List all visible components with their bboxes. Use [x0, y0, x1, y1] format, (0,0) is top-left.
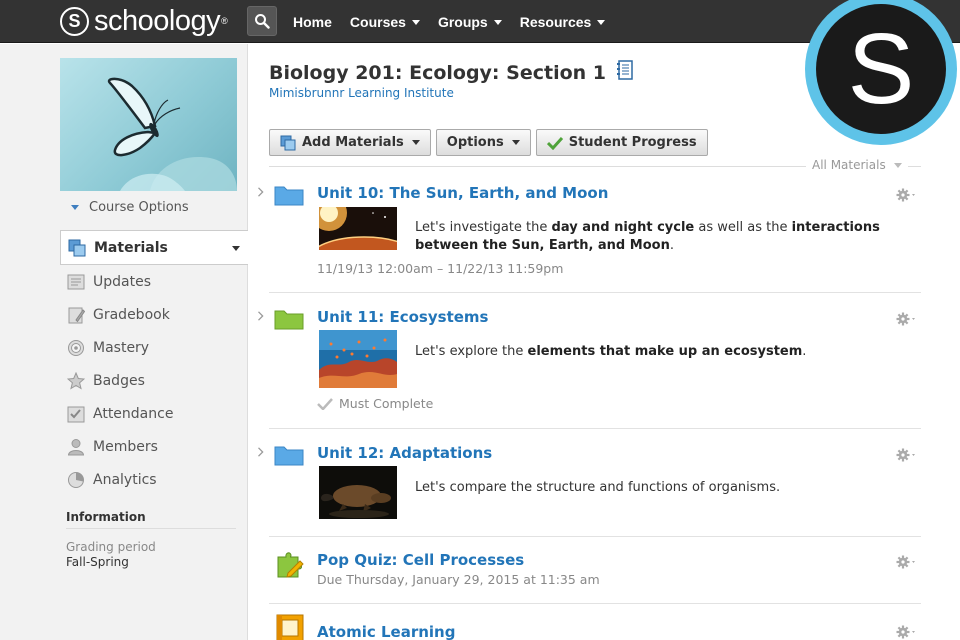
- logo-mark-icon: S: [60, 6, 89, 36]
- badges-icon: [65, 370, 87, 392]
- must-complete-status: Must Complete: [317, 396, 433, 411]
- material-title-link[interactable]: Pop Quiz: Cell Processes: [317, 551, 524, 569]
- materials-icon: [66, 237, 88, 259]
- logo-wordmark: schoology®: [94, 5, 228, 37]
- divider: [269, 292, 921, 293]
- chevron-down-icon: [411, 20, 420, 25]
- quiz-puzzle-icon: [277, 552, 304, 578]
- sidebar-item-analytics[interactable]: Analytics: [60, 463, 248, 496]
- analytics-icon: [65, 469, 87, 491]
- main-nav: Home Courses Groups Resources: [293, 0, 623, 43]
- sidebar-item-mastery[interactable]: Mastery: [60, 331, 248, 364]
- butterfly-image: [107, 77, 237, 191]
- material-description: Let's compare the structure and function…: [415, 480, 781, 495]
- material-title-link[interactable]: Unit 11: Ecosystems: [317, 308, 488, 326]
- mastery-icon: [65, 337, 87, 359]
- options-button[interactable]: Options: [435, 129, 531, 156]
- school-link[interactable]: Mimisbrunnr Learning Institute: [269, 86, 454, 100]
- sidebar-item-members[interactable]: Members: [60, 430, 248, 463]
- add-materials-icon: [280, 135, 296, 151]
- nav-home[interactable]: Home: [293, 14, 332, 30]
- checkmark-icon: [546, 136, 563, 150]
- folder-icon: [274, 186, 304, 206]
- schoology-badge-icon: S: [805, 0, 957, 145]
- sidebar-item-label: Analytics: [93, 471, 157, 488]
- gradebook-icon: [65, 304, 87, 326]
- due-date: Due Thursday, January 29, 2015 at 11:35 …: [317, 572, 600, 587]
- notebook-icon[interactable]: [616, 60, 634, 85]
- chevron-down-icon: [493, 20, 502, 25]
- course-menu: Materials Updates Gradebook Mastery Badg…: [60, 230, 248, 496]
- sidebar-item-label: Badges: [93, 372, 145, 389]
- sidebar-item-materials[interactable]: Materials: [60, 230, 248, 265]
- nav-courses[interactable]: Courses: [350, 14, 420, 30]
- divider: [269, 536, 921, 537]
- external-tool-icon: [276, 614, 304, 640]
- attendance-icon: [65, 403, 87, 425]
- grading-period-value: Fall-Spring: [66, 555, 129, 569]
- search-icon: [255, 14, 270, 29]
- sidebar-item-label: Members: [93, 438, 158, 455]
- course-options-menu[interactable]: Course Options: [71, 200, 189, 215]
- updates-icon: [65, 271, 87, 293]
- materials-filter-dropdown[interactable]: All Materials: [806, 158, 908, 172]
- chevron-right-icon[interactable]: [256, 187, 266, 197]
- search-button[interactable]: [247, 6, 277, 36]
- chevron-down-icon: [597, 20, 606, 25]
- divider: [269, 603, 921, 604]
- course-options-label: Course Options: [89, 200, 189, 215]
- gear-icon[interactable]: [896, 188, 918, 202]
- folder-icon: [274, 310, 304, 330]
- add-materials-button[interactable]: Add Materials: [269, 129, 431, 156]
- material-description: Let's explore the elements that make up …: [415, 344, 807, 359]
- course-sidebar: Course Options Materials Updates Gradebo…: [0, 44, 248, 640]
- folder-icon: [274, 446, 304, 466]
- material-title-link[interactable]: Atomic Learning: [317, 623, 455, 640]
- material-title-link[interactable]: Unit 12: Adaptations: [317, 444, 492, 462]
- sidebar-item-attendance[interactable]: Attendance: [60, 397, 248, 430]
- chevron-down-icon: [511, 140, 520, 145]
- chevron-right-icon[interactable]: [256, 447, 266, 457]
- sidebar-item-label: Gradebook: [93, 306, 170, 323]
- divider: [66, 528, 236, 529]
- sidebar-item-gradebook[interactable]: Gradebook: [60, 298, 248, 331]
- sidebar-item-updates[interactable]: Updates: [60, 265, 248, 298]
- chevron-down-icon: [71, 205, 79, 210]
- platypus-thumbnail: [319, 466, 397, 519]
- nav-groups[interactable]: Groups: [438, 14, 502, 30]
- grading-period-label: Grading period: [66, 540, 156, 554]
- gear-icon[interactable]: [896, 448, 918, 462]
- course-profile-picture[interactable]: [60, 58, 237, 191]
- badge-letter: S: [848, 13, 915, 125]
- course-title: Biology 201: Ecology: Section 1: [269, 60, 634, 85]
- material-title-link[interactable]: Unit 10: The Sun, Earth, and Moon: [317, 184, 608, 202]
- material-description: Let's investigate the day and night cycl…: [415, 220, 880, 253]
- sidebar-item-label: Attendance: [93, 405, 174, 422]
- divider: [269, 428, 921, 429]
- members-icon: [65, 436, 87, 458]
- nav-resources[interactable]: Resources: [520, 14, 606, 30]
- gear-icon[interactable]: [896, 555, 918, 569]
- sidebar-item-label: Updates: [93, 273, 151, 290]
- sidebar-item-label: Materials: [94, 239, 168, 256]
- sun-earth-thumbnail: [319, 207, 397, 250]
- sidebar-item-label: Mastery: [93, 339, 150, 356]
- chevron-down-icon: [411, 140, 420, 145]
- student-progress-button[interactable]: Student Progress: [535, 129, 708, 156]
- schoology-logo[interactable]: S schoology®: [60, 5, 228, 37]
- materials-toolbar: Add Materials Options Student Progress: [269, 129, 713, 156]
- information-heading: Information: [66, 510, 146, 524]
- coral-reef-thumbnail: [319, 330, 397, 388]
- sidebar-item-badges[interactable]: Badges: [60, 364, 248, 397]
- chevron-right-icon[interactable]: [256, 311, 266, 321]
- checkmark-icon: [317, 397, 333, 410]
- chevron-down-icon: [893, 162, 902, 168]
- gear-icon[interactable]: [896, 312, 918, 326]
- gear-icon[interactable]: [896, 625, 918, 639]
- material-date-range: 11/19/13 12:00am – 11/22/13 11:59pm: [317, 261, 564, 276]
- chevron-down-icon[interactable]: [232, 246, 240, 251]
